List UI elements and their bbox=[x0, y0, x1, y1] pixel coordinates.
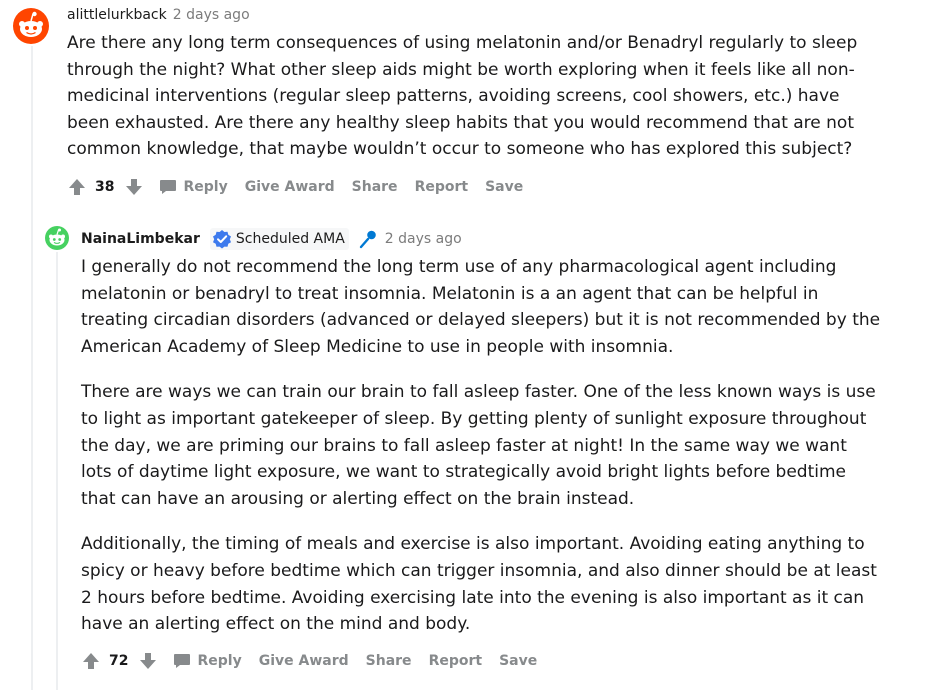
vote-score: 38 bbox=[95, 179, 115, 195]
thread-line[interactable] bbox=[56, 252, 58, 690]
reply-button[interactable]: Reply bbox=[173, 653, 242, 669]
comment-paragraph: I generally do not recommend the long te… bbox=[81, 257, 881, 357]
comment-paragraph: Additionally, the timing of meals and ex… bbox=[81, 534, 877, 635]
upvote-arrow-icon bbox=[69, 179, 85, 195]
comment-actions: 72 Reply Give Award Share Report Save bbox=[81, 651, 537, 671]
give-award-button[interactable]: Give Award bbox=[245, 179, 335, 195]
downvote-button[interactable] bbox=[124, 177, 144, 197]
comment-body: I generally do not recommend the long te… bbox=[81, 254, 881, 657]
comment-actions: 38 Reply Give Award Share Report Save bbox=[67, 177, 523, 197]
author-name[interactable]: alittlelurkback bbox=[67, 7, 167, 23]
vote-score: 72 bbox=[109, 653, 129, 669]
share-button[interactable]: Share bbox=[366, 653, 412, 669]
upvote-button[interactable] bbox=[81, 651, 101, 671]
reply-label: Reply bbox=[183, 179, 228, 195]
downvote-arrow-icon bbox=[126, 179, 143, 195]
upvote-button[interactable] bbox=[67, 177, 87, 197]
verified-check-icon bbox=[212, 230, 231, 249]
reply-button[interactable]: Reply bbox=[159, 179, 228, 195]
author-name[interactable]: NainaLimbekar bbox=[81, 231, 200, 247]
comment-bubble-icon bbox=[160, 180, 177, 194]
snoo-avatar-icon bbox=[13, 8, 49, 44]
comment-body: Are there any long term consequences of … bbox=[67, 30, 877, 182]
report-button[interactable]: Report bbox=[429, 653, 483, 669]
downvote-button[interactable] bbox=[138, 651, 158, 671]
comment-header: NainaLimbekar Scheduled AMA 2 days ago bbox=[81, 228, 462, 250]
mod-mic-badge bbox=[357, 229, 377, 249]
comment-paragraph: Are there any long term consequences of … bbox=[67, 33, 858, 160]
timestamp[interactable]: 2 days ago bbox=[385, 231, 462, 247]
avatar[interactable] bbox=[13, 8, 49, 44]
save-button[interactable]: Save bbox=[485, 179, 523, 195]
upvote-arrow-icon bbox=[83, 653, 99, 669]
snoo-avatar-icon bbox=[45, 226, 69, 250]
thread-line[interactable] bbox=[31, 46, 33, 690]
microphone-icon bbox=[359, 230, 376, 249]
comment-bubble-icon bbox=[174, 654, 191, 668]
timestamp[interactable]: 2 days ago bbox=[173, 7, 250, 23]
comment-paragraph: There are ways we can train our brain to… bbox=[81, 382, 876, 509]
downvote-arrow-icon bbox=[140, 653, 157, 669]
share-button[interactable]: Share bbox=[352, 179, 398, 195]
flair-label: Scheduled AMA bbox=[235, 231, 345, 247]
user-flair: Scheduled AMA bbox=[209, 228, 349, 250]
report-button[interactable]: Report bbox=[415, 179, 469, 195]
save-button[interactable]: Save bbox=[499, 653, 537, 669]
give-award-button[interactable]: Give Award bbox=[259, 653, 349, 669]
comment-header: alittlelurkback 2 days ago bbox=[67, 5, 250, 25]
reply-label: Reply bbox=[197, 653, 242, 669]
avatar[interactable] bbox=[45, 226, 69, 250]
